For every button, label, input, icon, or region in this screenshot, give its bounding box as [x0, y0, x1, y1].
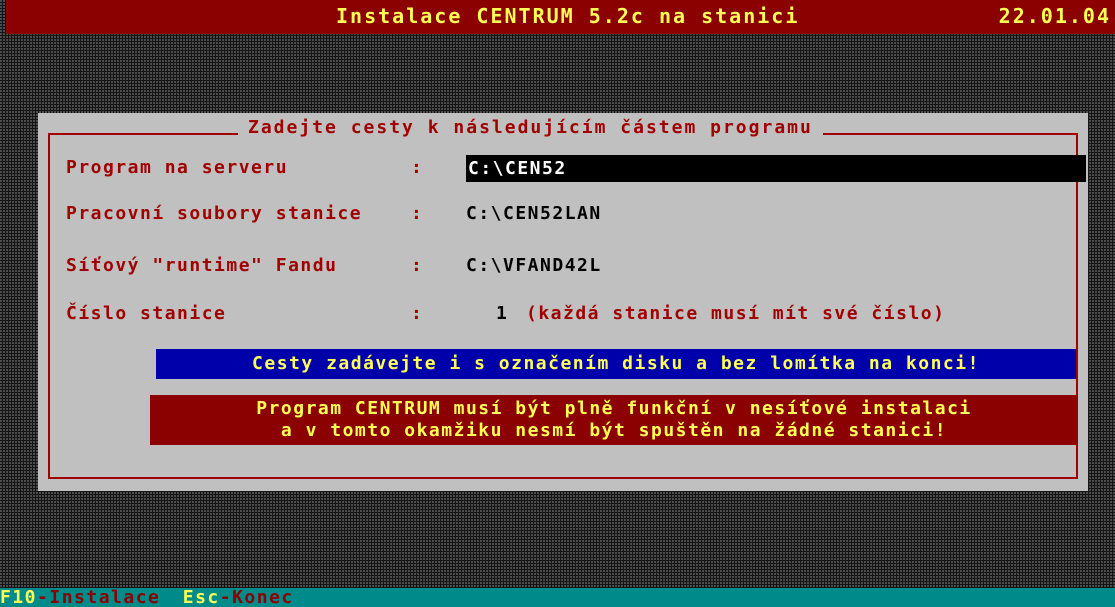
esc-exit-action[interactable]: Esc-Konec [183, 587, 294, 607]
esc-key: Esc [182, 587, 220, 607]
f10-label: -Instalace [37, 587, 161, 607]
field-colon: : [411, 303, 424, 324]
dialog-title: Zadejte cesty k následujícím částem prog… [238, 117, 823, 138]
field-label-station-files: Pracovní soubory stanice [66, 203, 363, 224]
field-colon: : [411, 255, 424, 276]
esc-label: -Konec [219, 587, 294, 607]
runtime-input[interactable]: C:\VFAND42L [466, 255, 602, 276]
field-colon: : [411, 157, 424, 178]
status-bar: F10-Instalace Esc-Konec [0, 588, 1115, 607]
server-program-value[interactable]: C:\CEN52 [466, 158, 569, 179]
window-title: Instalace CENTRUM 5.2c na stanici [336, 4, 800, 28]
field-label-station-number: Číslo stanice [66, 303, 227, 324]
title-bar: Instalace CENTRUM 5.2c na stanici 22.01.… [6, 0, 1115, 34]
warning-line-2: a v tomto okamžiku nesmí být spuštěn na … [280, 420, 948, 441]
field-label-server-program: Program na serveru [66, 157, 289, 178]
field-row-station-number: Číslo stanice : 1 (každá stanice musí mí… [66, 301, 1066, 331]
path-format-notice: Cesty zadávejte i s označením disku a be… [156, 349, 1076, 379]
warning-line-1: Program CENTRUM musí být plně funkční v … [256, 398, 972, 419]
server-program-input[interactable]: C:\CEN52 [466, 155, 1086, 182]
field-colon: : [411, 203, 424, 224]
station-files-input[interactable]: C:\CEN52LAN [466, 203, 602, 224]
dos-screen: Instalace CENTRUM 5.2c na stanici 22.01.… [0, 0, 1115, 607]
path-dialog: Zadejte cesty k následujícím částem prog… [38, 113, 1088, 491]
field-label-runtime: Síťový "runtime" Fandu [66, 255, 338, 276]
station-number-input[interactable]: 1 [496, 303, 508, 324]
f10-install-action[interactable]: F10-Instalace [0, 587, 160, 607]
installation-warning: Program CENTRUM musí být plně funkční v … [150, 395, 1078, 445]
date-display: 22.01.04 [998, 4, 1111, 28]
f10-key: F10 [0, 587, 38, 607]
station-number-hint: (každá stanice musí mít své číslo) [526, 303, 946, 324]
